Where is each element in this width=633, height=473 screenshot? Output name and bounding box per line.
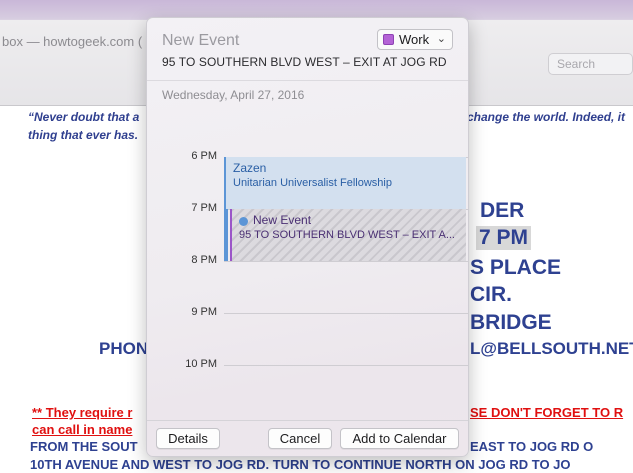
calendar-select[interactable]: Work ⌄ <box>377 29 453 50</box>
details-button[interactable]: Details <box>156 428 220 449</box>
body-text-s-place: S PLACE <box>470 256 562 279</box>
body-text-require: ** They require r <box>32 405 133 420</box>
body-text-from-south: FROM THE SOUT <box>30 439 138 454</box>
body-text-require-right: SE DON'T FORGET TO R <box>470 405 624 420</box>
event-block-new-event[interactable]: New Event 95 TO SOUTHERN BLVD WEST – EXI… <box>224 209 466 261</box>
hour-label: 6 PM <box>191 150 217 162</box>
event-block-zazen[interactable]: Zazen Unitarian Universalist Fellowship <box>224 157 466 209</box>
body-text-from-south-right: EAST TO JOG RD O <box>470 439 594 454</box>
event-title: Zazen <box>233 161 267 175</box>
hour-label: 10 PM <box>185 358 217 370</box>
header-divider <box>147 80 468 81</box>
body-text-7pm: 7 PM <box>476 226 532 250</box>
hour-label: 8 PM <box>191 254 217 266</box>
add-to-calendar-button-label: Add to Calendar <box>352 431 447 446</box>
hour-label: 9 PM <box>191 306 217 318</box>
event-location[interactable]: 95 TO SOUTHERN BLVD WEST – EXIT AT JOG R… <box>162 55 447 69</box>
mail-window-title: box — howtogeek.com ( <box>2 34 143 49</box>
cancel-button[interactable]: Cancel <box>268 428 332 449</box>
quote-line-1-right: change the world. Indeed, it <box>467 110 626 124</box>
add-to-calendar-button[interactable]: Add to Calendar <box>340 428 459 449</box>
calendar-color-swatch <box>383 34 394 45</box>
event-title-field[interactable]: New Event <box>162 32 239 50</box>
mail-search-field[interactable]: Search <box>548 53 633 75</box>
footer-divider <box>147 420 468 421</box>
quote-line-2: thing that ever has. <box>28 128 139 142</box>
body-text-cir: CIR. <box>470 283 512 306</box>
calendar-select-label: Work <box>399 32 430 47</box>
event-subtitle: 95 TO SOUTHERN BLVD WEST – EXIT A... <box>239 229 455 241</box>
chevron-updown-icon: ⌄ <box>436 33 446 45</box>
body-text-email: L@BELLSOUTH.NET <box>470 339 633 358</box>
body-text-can-call: can call in name <box>32 422 133 437</box>
hour-line <box>224 365 468 366</box>
event-date[interactable]: Wednesday, April 27, 2016 <box>162 88 304 102</box>
body-text-der: DER <box>480 199 525 222</box>
hour-label: 7 PM <box>191 202 217 214</box>
body-text-phon: PHON <box>99 339 149 358</box>
body-text-bridge: BRIDGE <box>470 311 552 334</box>
new-event-popover: New Event 95 TO SOUTHERN BLVD WEST – EXI… <box>146 17 469 457</box>
time-indicator-bar <box>224 209 228 261</box>
event-subtitle: Unitarian Universalist Fellowship <box>233 177 392 189</box>
calendar-dot-icon <box>239 217 248 226</box>
details-button-label: Details <box>168 431 208 446</box>
hour-line <box>224 313 468 314</box>
cancel-button-label: Cancel <box>279 431 321 446</box>
body-text-10th-avenue: 10TH AVENUE AND WEST TO JOG RD. TURN TO … <box>30 457 571 472</box>
hour-line <box>224 261 468 262</box>
search-placeholder: Search <box>557 57 596 71</box>
event-title: New Event <box>253 213 312 227</box>
quote-line-1: “Never doubt that a <box>28 110 140 124</box>
